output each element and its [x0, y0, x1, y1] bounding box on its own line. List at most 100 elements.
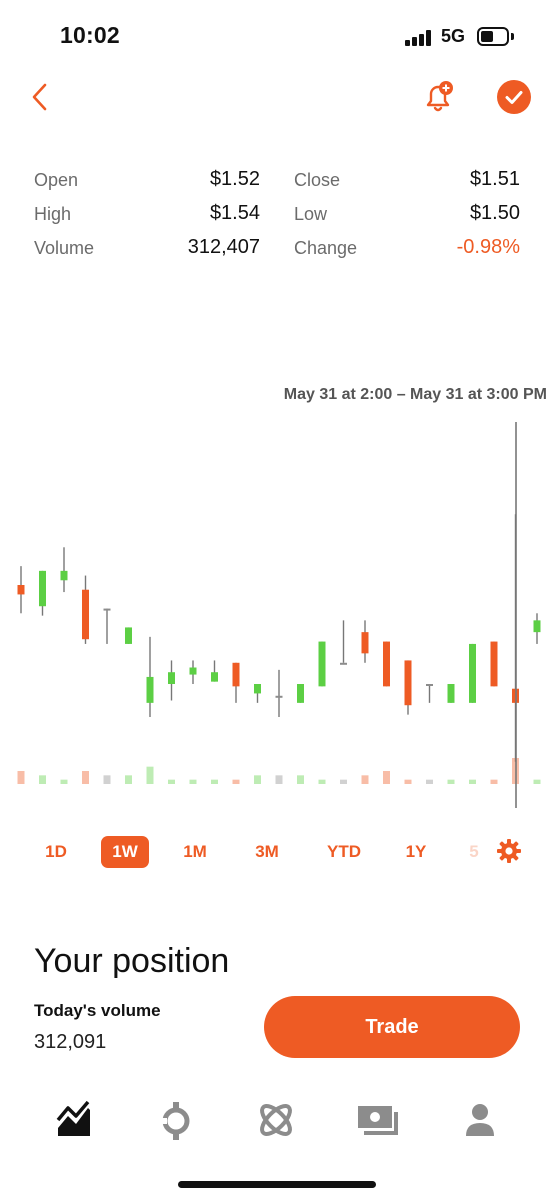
back-button[interactable] — [24, 78, 60, 114]
stat-label-volume: Volume — [34, 238, 95, 258]
trade-button[interactable]: Trade — [264, 996, 520, 1058]
volume-bar — [383, 771, 390, 784]
battery-cap — [511, 33, 514, 40]
candle-body — [103, 608, 111, 611]
volume-bar — [361, 775, 369, 784]
stat-row-open-close: Open $1.52 Close $1.51 — [34, 166, 520, 200]
price-stats: Open $1.52 Close $1.51 High $1.54 Low $1… — [34, 166, 520, 268]
volume-bar — [103, 775, 111, 784]
candle-body — [447, 684, 455, 703]
stat-value-high: $1.54 — [209, 202, 260, 224]
chevron-left-icon — [32, 83, 47, 111]
watchlist-check-button[interactable] — [497, 80, 531, 114]
candle-body — [404, 660, 412, 706]
volume-bar — [490, 779, 498, 784]
nav-crypto[interactable] — [152, 1096, 200, 1144]
stat-value-open: $1.52 — [209, 168, 260, 190]
tab-3m[interactable]: 3M — [246, 836, 288, 868]
status-bar: 10:02 5G — [0, 0, 554, 76]
candle-body — [383, 641, 390, 687]
candle-body — [254, 684, 261, 694]
candle-body — [318, 641, 326, 687]
nav-account[interactable] — [456, 1096, 504, 1144]
gear-icon — [497, 839, 521, 863]
signal-icon — [405, 30, 435, 46]
cash-icon — [358, 1106, 398, 1135]
status-time: 10:02 — [60, 22, 120, 48]
crypto-icon — [162, 1102, 190, 1140]
volume-bar — [232, 779, 240, 784]
volume-bar — [340, 779, 347, 784]
tab-1w[interactable]: 1W — [101, 836, 149, 868]
volume-bar — [533, 779, 541, 784]
volume-bar — [17, 771, 25, 784]
tab-1y[interactable]: 1Y — [396, 836, 436, 868]
candle-body — [211, 672, 218, 682]
volume-bar — [146, 766, 154, 784]
stat-label-open: Open — [34, 170, 79, 190]
volume-bar — [60, 779, 68, 784]
bottom-nav — [0, 1096, 554, 1148]
candle-body — [17, 585, 25, 595]
stat-value-change: -0.98% — [456, 236, 520, 258]
stat-value-low: $1.50 — [469, 202, 520, 224]
candle-body — [275, 695, 283, 698]
candle-body — [361, 632, 369, 654]
position-title: Your position — [34, 942, 230, 978]
chart-range-label: May 31 at 2:00 – May 31 at 3:00 PM — [283, 386, 547, 403]
candle-body — [340, 662, 347, 665]
candle-body — [232, 662, 240, 687]
volume-bar — [211, 779, 218, 784]
tab-ytd[interactable]: YTD — [320, 836, 368, 868]
volume-bar — [82, 771, 89, 784]
home-indicator — [178, 1181, 376, 1188]
volume-bar — [426, 779, 433, 784]
check-circle-icon — [505, 91, 523, 104]
candle-body — [490, 641, 498, 687]
tab-1m[interactable]: 1M — [174, 836, 216, 868]
candle-body — [146, 676, 154, 703]
candlestick-chart[interactable] — [0, 410, 554, 810]
nav-cash[interactable] — [354, 1096, 402, 1144]
candle-body — [297, 684, 304, 703]
timeframe-tabs: 1D 1W 1M 3M YTD 1Y 5 — [0, 836, 554, 870]
person-icon — [466, 1104, 494, 1136]
candle-body — [189, 667, 197, 675]
volume-bar — [39, 775, 46, 784]
stat-value-volume: 312,407 — [187, 236, 260, 258]
volume-bar — [447, 779, 455, 784]
volume-bar — [318, 779, 326, 784]
stat-row-volume-change: Volume 312,407 Change -0.98% — [34, 234, 520, 268]
candle-body — [533, 620, 541, 633]
stat-label-close: Close — [294, 170, 341, 190]
todays-volume-value: 312,091 — [34, 1031, 107, 1053]
candle-body — [82, 589, 89, 640]
stat-label-high: High — [34, 204, 72, 224]
volume-bar — [125, 775, 132, 784]
todays-volume-label: Today's volume — [34, 1001, 161, 1020]
candle-body — [39, 570, 46, 607]
stat-label-change: Change — [294, 238, 358, 258]
nav-explore[interactable] — [252, 1096, 300, 1144]
candle-body — [125, 627, 132, 644]
volume-bar — [168, 779, 175, 784]
tab-1d[interactable]: 1D — [36, 836, 76, 868]
bell-plus-icon — [426, 81, 453, 112]
volume-bar — [275, 775, 283, 784]
tab-5y[interactable]: 5 — [466, 836, 482, 868]
stat-value-close: $1.51 — [469, 168, 520, 190]
candle-body — [426, 684, 433, 686]
volume-bar — [404, 779, 412, 784]
candle-body — [60, 570, 68, 581]
volume-bar — [189, 779, 197, 784]
volume-bar — [254, 775, 261, 784]
candle-body — [168, 672, 175, 684]
chart-settings-button[interactable] — [496, 838, 522, 864]
stat-row-high-low: High $1.54 Low $1.50 — [34, 200, 520, 234]
chart-icon — [56, 1100, 90, 1136]
nav-chart[interactable] — [50, 1096, 98, 1144]
network-label: 5G — [441, 26, 466, 46]
volume-bar — [469, 779, 476, 784]
price-alert-button[interactable] — [418, 78, 458, 118]
atom-icon — [260, 1104, 292, 1136]
